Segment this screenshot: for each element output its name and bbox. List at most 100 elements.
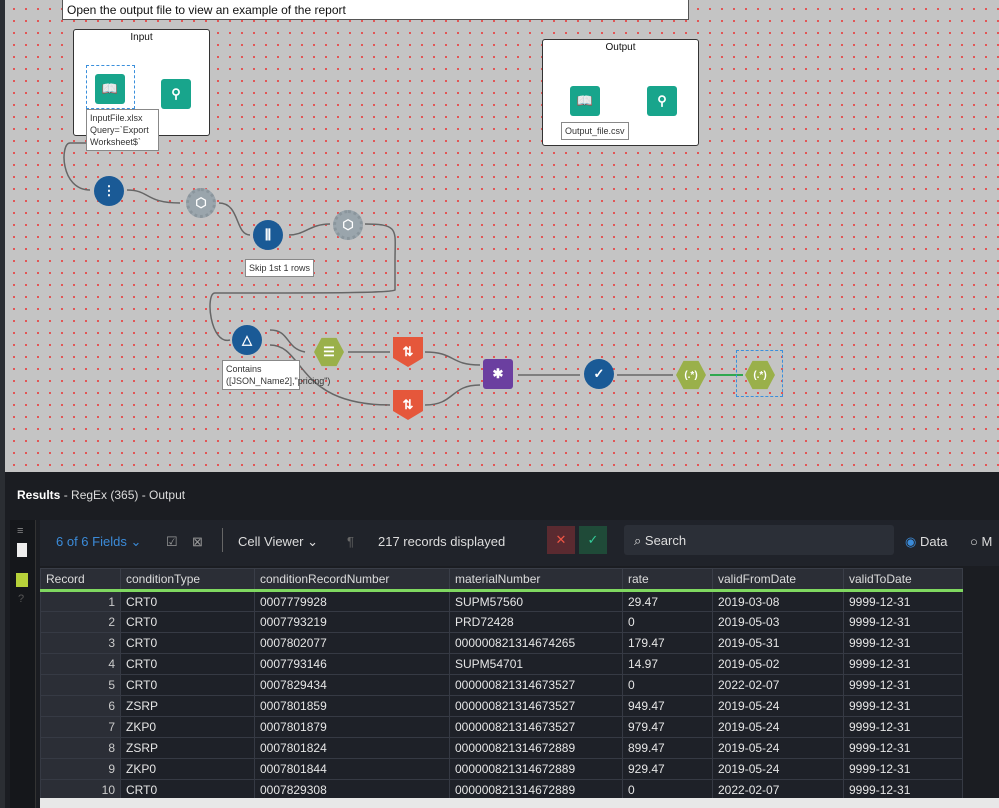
menu-icon[interactable]: ≡	[17, 525, 28, 537]
table-row[interactable]: 5 CRT0 0007829434 000000821314673527 0 2022-0…	[40, 674, 963, 696]
table-row[interactable]: 4 CRT0 0007793146 SUPM54701 14.97 2019-05-02 9…	[40, 653, 963, 675]
horizontal-scrollbar[interactable]	[40, 798, 999, 808]
table-cell[interactable]: 2019-05-24	[712, 716, 844, 738]
table-cell[interactable]: ZKP0	[120, 716, 255, 738]
table-cell[interactable]: ZSRP	[120, 695, 255, 717]
data-radio[interactable]: ◉ Data	[905, 534, 947, 550]
metadata-radio[interactable]: ○ M	[970, 534, 992, 549]
table-cell[interactable]: PRD72428	[449, 611, 623, 633]
select-tool[interactable]: ✓	[584, 359, 614, 389]
table-cell[interactable]: 2019-05-24	[712, 695, 844, 717]
table-cell[interactable]: 0	[622, 674, 713, 696]
table-cell[interactable]: 7	[40, 716, 121, 738]
column-header[interactable]: conditionType	[120, 568, 255, 592]
table-row[interactable]: 3 CRT0 0007802077 000000821314674265 179.47 2…	[40, 632, 963, 654]
table-row[interactable]: 2 CRT0 0007793219 PRD72428 0 2019-05-03 9999-1…	[40, 611, 963, 633]
sample-tool[interactable]: ⫼	[253, 220, 283, 250]
table-cell[interactable]: ZKP0	[120, 758, 255, 780]
table-cell[interactable]: SUPM54701	[449, 653, 623, 675]
table-cell[interactable]: 9999-12-31	[843, 590, 963, 612]
table-cell[interactable]: 2019-05-03	[712, 611, 844, 633]
table-cell[interactable]: 0007779928	[254, 590, 450, 612]
input-anchor-icon[interactable]	[17, 543, 27, 557]
search-input[interactable]: ⌕ Search	[624, 525, 894, 555]
cancel-button[interactable]: ✕	[547, 526, 575, 554]
table-row[interactable]: 9 ZKP0 0007801844 000000821314672889 929.47 2…	[40, 758, 963, 780]
table-cell[interactable]: 9999-12-31	[843, 716, 963, 738]
table-cell[interactable]: 000000821314673527	[449, 674, 623, 696]
column-header[interactable]: rate	[622, 568, 713, 592]
checkbox-icon[interactable]: ☑	[166, 534, 178, 550]
table-cell[interactable]: SUPM57560	[449, 590, 623, 612]
table-cell[interactable]: 000000821314673527	[449, 716, 623, 738]
table-cell[interactable]: 14.97	[622, 653, 713, 675]
table-cell[interactable]: 9999-12-31	[843, 737, 963, 759]
table-cell[interactable]: 29.47	[622, 590, 713, 612]
output-anchor-icon[interactable]	[16, 573, 28, 587]
clear-icon[interactable]: ⊠	[192, 534, 203, 550]
table-cell[interactable]: 0007801879	[254, 716, 450, 738]
table-cell[interactable]: 0	[622, 611, 713, 633]
record-id-tool[interactable]: ⋮	[94, 176, 124, 206]
table-cell[interactable]: 2022-02-07	[712, 674, 844, 696]
table-cell[interactable]: 3	[40, 632, 121, 654]
help-icon[interactable]: ?	[18, 593, 27, 605]
browse-tool[interactable]: ⚲	[161, 79, 191, 109]
table-row[interactable]: 7 ZKP0 0007801879 000000821314673527 979.47 2…	[40, 716, 963, 738]
table-cell[interactable]: 0007801844	[254, 758, 450, 780]
table-row[interactable]: 1 CRT0 0007779928 SUPM57560 29.47 2019-03-08 9…	[40, 590, 963, 612]
table-cell[interactable]: 899.47	[622, 737, 713, 759]
fields-dropdown[interactable]: 6 of 6 Fields ⌄	[56, 534, 141, 550]
table-cell[interactable]: 9999-12-31	[843, 674, 963, 696]
table-cell[interactable]: 4	[40, 653, 121, 675]
join-tool[interactable]: ✱	[483, 359, 513, 389]
table-cell[interactable]: 9999-12-31	[843, 632, 963, 654]
column-header[interactable]: conditionRecordNumber	[254, 568, 450, 592]
table-cell[interactable]: 9999-12-31	[843, 695, 963, 717]
input-data-tool[interactable]: 📖	[95, 74, 125, 104]
table-cell[interactable]: 929.47	[622, 758, 713, 780]
cell-viewer-dropdown[interactable]: Cell Viewer ⌄	[238, 534, 318, 550]
table-cell[interactable]: 0007802077	[254, 632, 450, 654]
table-cell[interactable]: 0007801859	[254, 695, 450, 717]
table-cell[interactable]: 949.47	[622, 695, 713, 717]
table-cell[interactable]: 000000821314673527	[449, 695, 623, 717]
table-cell[interactable]: CRT0	[120, 674, 255, 696]
table-cell[interactable]: CRT0	[120, 590, 255, 612]
browse-tool-output[interactable]: ⚲	[647, 86, 677, 116]
table-cell[interactable]: 0007793146	[254, 653, 450, 675]
column-header[interactable]: Record	[40, 568, 121, 592]
table-cell[interactable]: CRT0	[120, 653, 255, 675]
table-cell[interactable]: 000000821314672889	[449, 737, 623, 759]
pilcrow-icon[interactable]: ¶	[347, 534, 354, 549]
table-cell[interactable]: ZSRP	[120, 737, 255, 759]
table-cell[interactable]: 179.47	[622, 632, 713, 654]
column-header[interactable]: validFromDate	[712, 568, 844, 592]
table-cell[interactable]: 2019-03-08	[712, 590, 844, 612]
column-header[interactable]: materialNumber	[449, 568, 623, 592]
table-cell[interactable]: 2	[40, 611, 121, 633]
table-cell[interactable]: CRT0	[120, 632, 255, 654]
table-cell[interactable]: 2019-05-24	[712, 737, 844, 759]
output-data-tool[interactable]: 📖	[570, 86, 600, 116]
table-cell[interactable]: 2019-05-24	[712, 758, 844, 780]
table-cell[interactable]: 9999-12-31	[843, 653, 963, 675]
table-cell[interactable]: 000000821314674265	[449, 632, 623, 654]
table-cell[interactable]: 979.47	[622, 716, 713, 738]
table-cell[interactable]: 8	[40, 737, 121, 759]
table-row[interactable]: 6 ZSRP 0007801859 000000821314673527 949.47 2…	[40, 695, 963, 717]
table-cell[interactable]: 0007801824	[254, 737, 450, 759]
table-cell[interactable]: 000000821314672889	[449, 758, 623, 780]
table-row[interactable]: 8 ZSRP 0007801824 000000821314672889 899.47 2…	[40, 737, 963, 759]
apply-button[interactable]: ✓	[579, 526, 607, 554]
filter-tool[interactable]: △	[232, 325, 262, 355]
table-cell[interactable]: 5	[40, 674, 121, 696]
table-cell[interactable]: 2019-05-31	[712, 632, 844, 654]
table-cell[interactable]: 0007829434	[254, 674, 450, 696]
table-cell[interactable]: 9	[40, 758, 121, 780]
table-cell[interactable]: 6	[40, 695, 121, 717]
table-cell[interactable]: 2019-05-02	[712, 653, 844, 675]
table-cell[interactable]: 0007793219	[254, 611, 450, 633]
dynamic-rename-tool-2[interactable]: ⬡	[333, 210, 363, 240]
table-cell[interactable]: 1	[40, 590, 121, 612]
